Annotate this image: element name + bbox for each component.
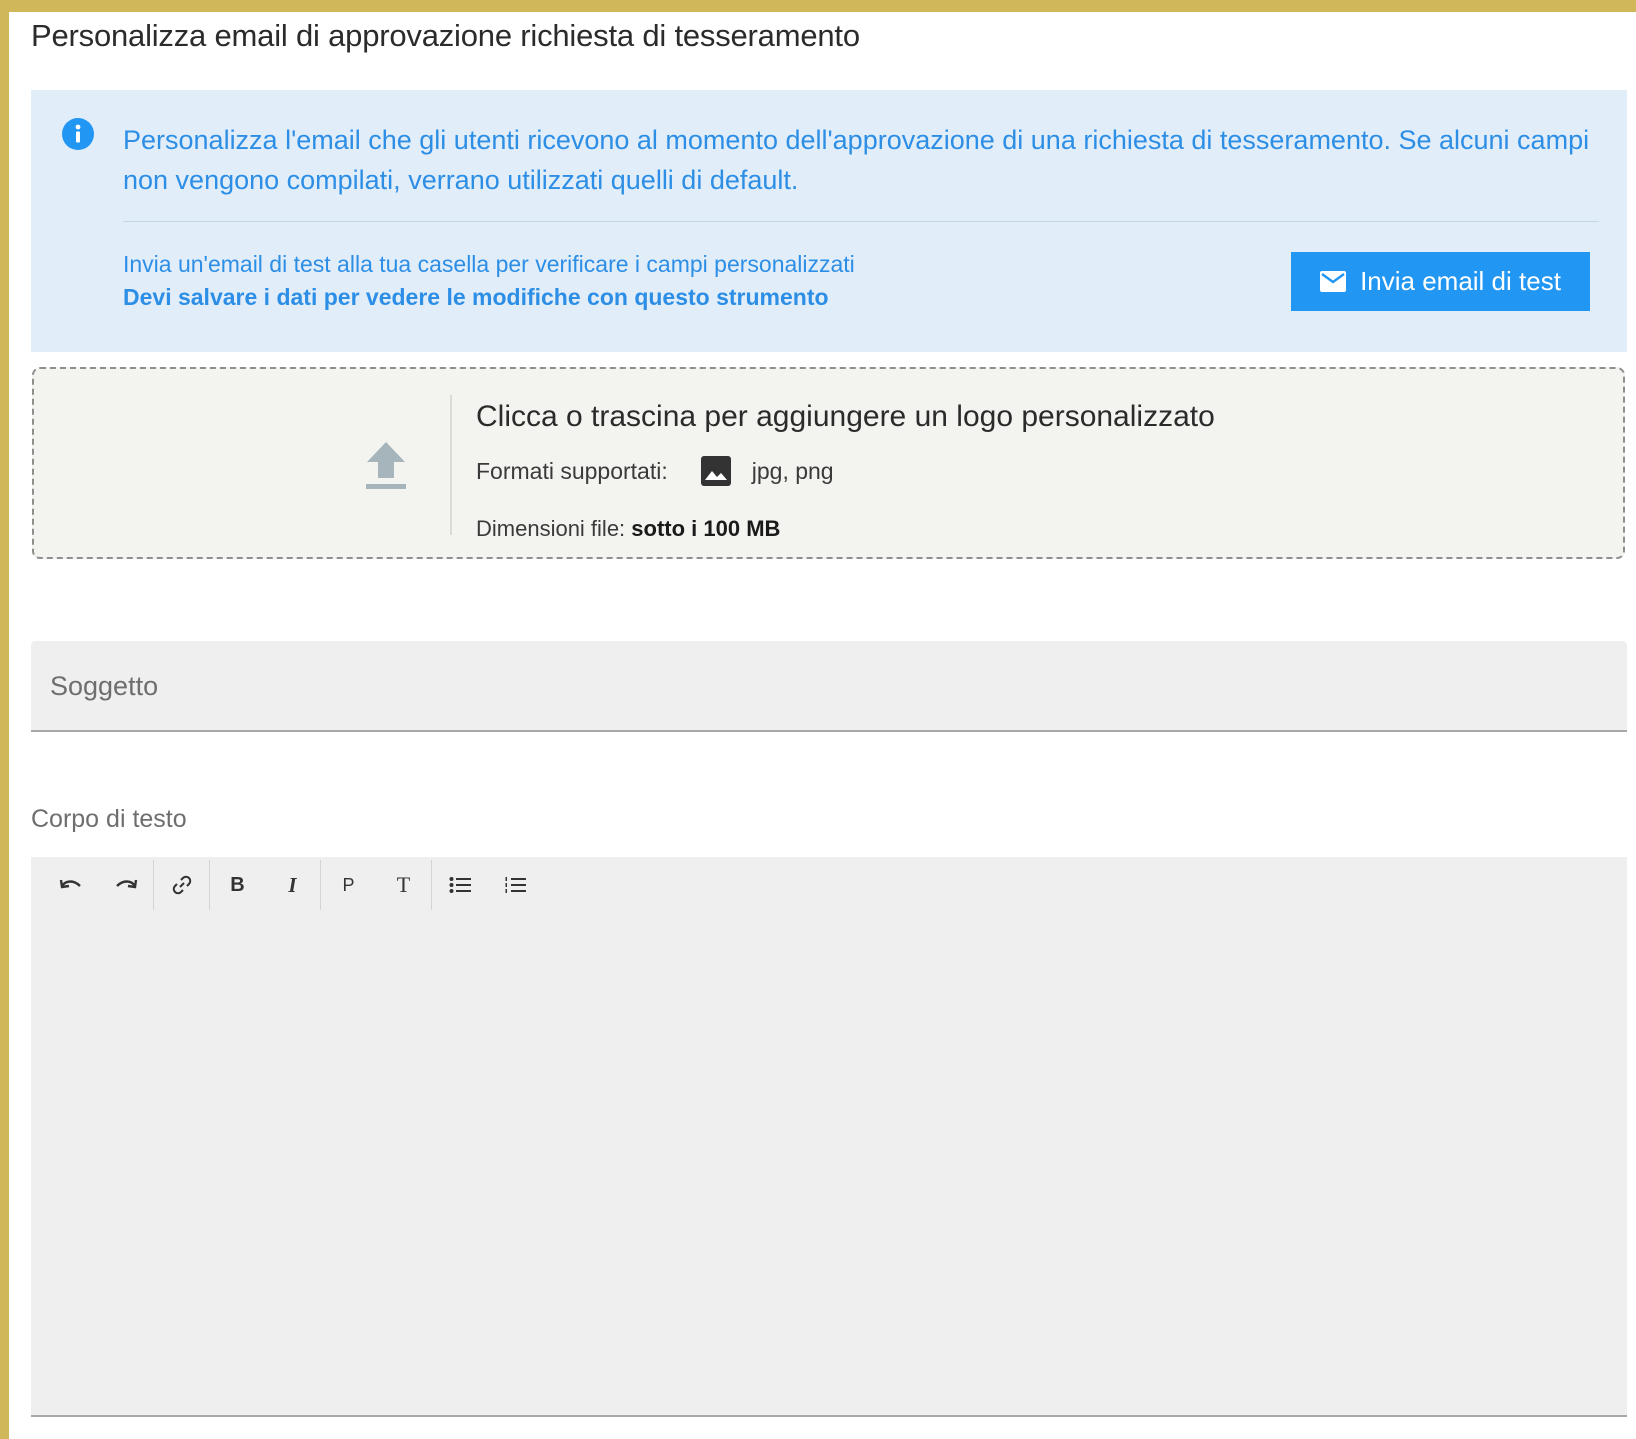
upload-icon	[366, 442, 406, 489]
upload-title: Clicca o trascina per aggiungere un logo…	[476, 400, 1215, 433]
italic-icon: I	[288, 872, 297, 897]
send-test-email-label: Invia email di test	[1360, 266, 1561, 296]
test-email-warning: Devi salvare i dati per vedere le modifi…	[123, 284, 829, 310]
link-icon	[172, 875, 191, 895]
image-icon	[700, 456, 731, 486]
file-size-limit: Dimensioni file: sotto i 100 MB	[476, 516, 780, 542]
heading-icon: T	[396, 872, 411, 897]
test-email-hint: Invia un'email di test alla tua casella …	[123, 251, 855, 277]
subject-input[interactable]	[31, 641, 1627, 732]
heading-button[interactable]: T	[376, 862, 431, 908]
subject-label: Soggetto	[50, 671, 159, 701]
editor-toolbar: B I P T	[43, 860, 542, 910]
numbered-list-button[interactable]	[487, 862, 542, 908]
bold-button[interactable]: B	[210, 862, 265, 908]
info-divider	[123, 221, 1599, 222]
supported-formats: Formati supportati: jpg, png	[476, 455, 834, 487]
redo-icon	[115, 879, 137, 889]
size-label: Dimensioni file:	[476, 516, 626, 541]
undo-button[interactable]	[43, 862, 98, 908]
italic-button[interactable]: I	[265, 862, 320, 908]
bullet-list-button[interactable]	[432, 862, 487, 908]
page-title: Personalizza email di approvazione richi…	[31, 18, 860, 53]
info-icon	[62, 118, 94, 150]
upload-divider	[450, 395, 452, 535]
send-test-email-button[interactable]: Invia email di test	[1291, 252, 1590, 311]
formats-value: jpg, png	[751, 457, 834, 484]
size-value: sotto i 100 MB	[631, 516, 781, 541]
paragraph-button[interactable]: P	[321, 862, 376, 908]
undo-icon	[59, 879, 81, 889]
bullet-list-icon	[449, 877, 471, 893]
info-description: Personalizza l'email che gli utenti rice…	[123, 125, 1590, 195]
mail-icon	[1320, 271, 1347, 292]
formats-label: Formati supportati:	[476, 457, 668, 484]
body-label: Corpo di testo	[31, 805, 187, 833]
redo-button[interactable]	[98, 862, 153, 908]
body-editor[interactable]	[31, 857, 1627, 1417]
paragraph-icon: P	[342, 874, 355, 895]
bold-icon: B	[230, 873, 245, 896]
numbered-list-icon	[505, 877, 526, 893]
link-button[interactable]	[154, 862, 209, 908]
